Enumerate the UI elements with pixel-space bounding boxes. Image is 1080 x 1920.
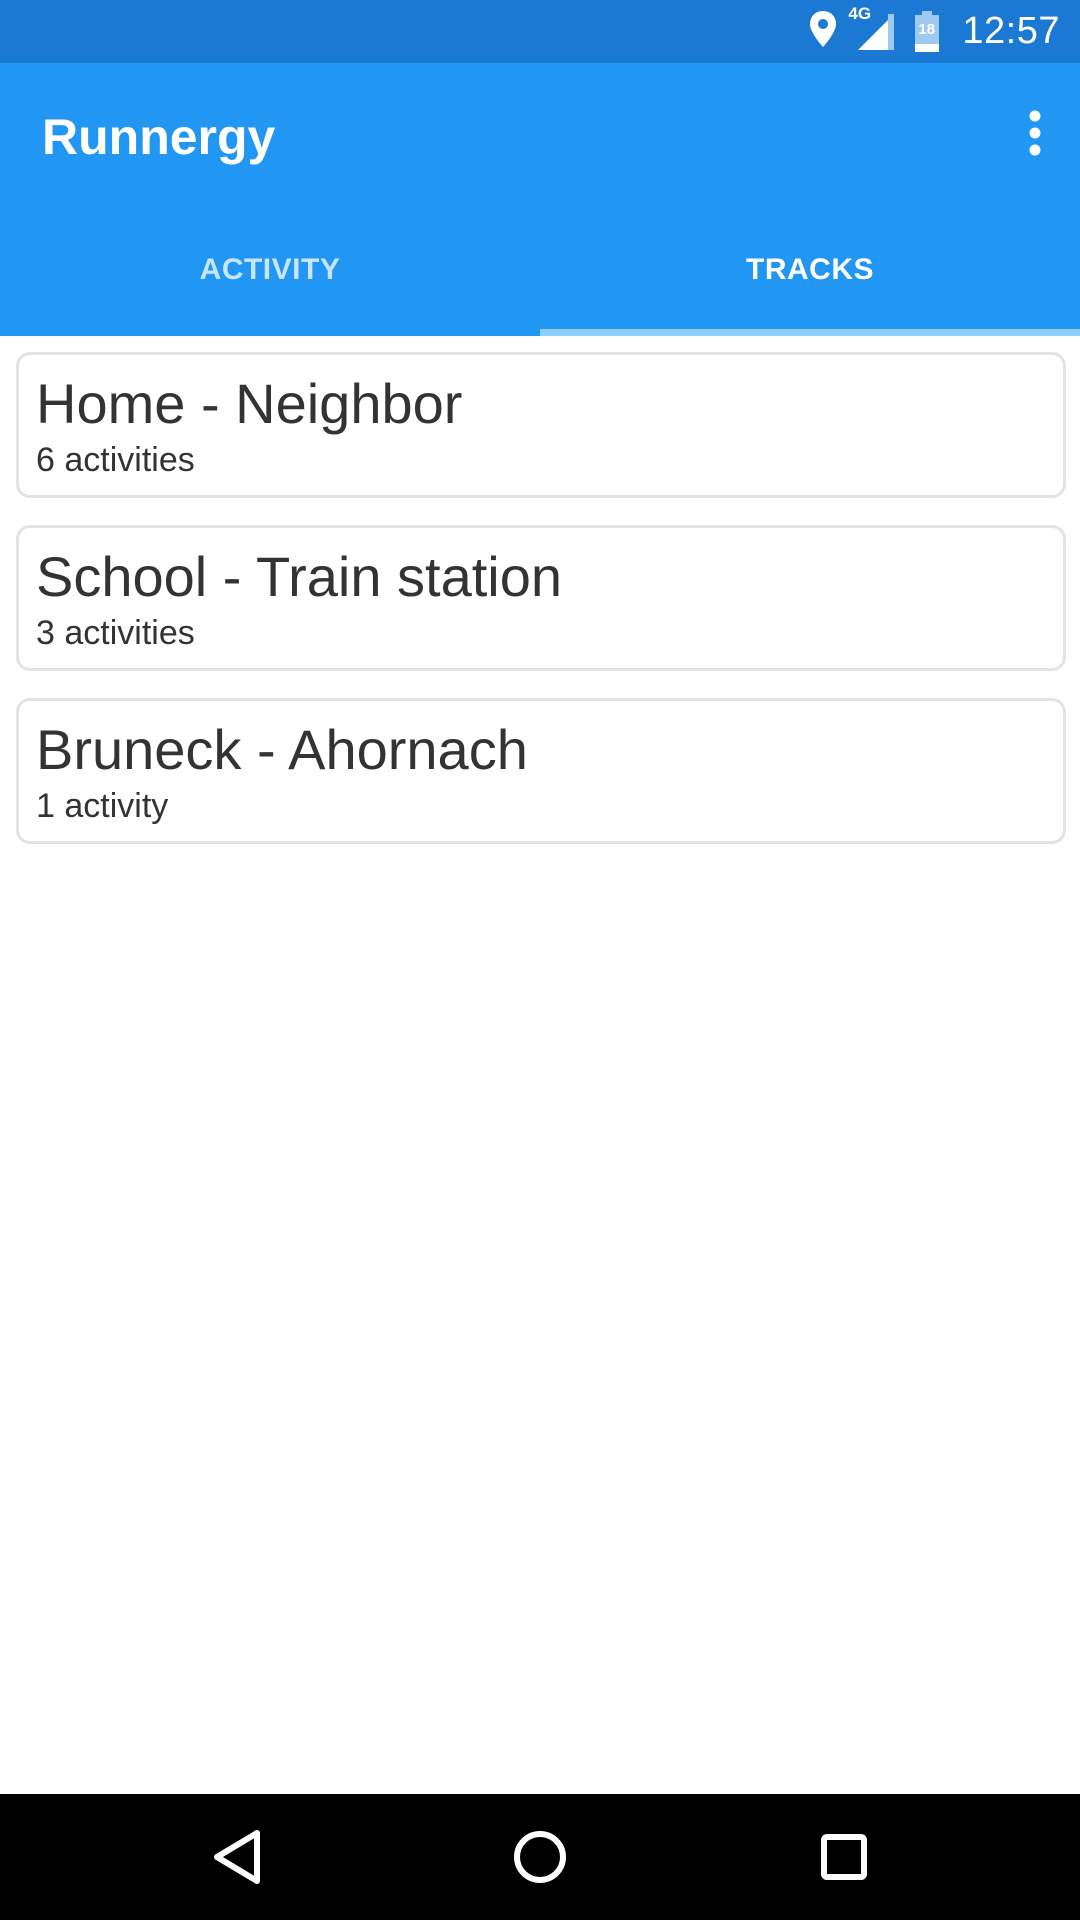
track-card[interactable]: Bruneck - Ahornach 1 activity bbox=[16, 698, 1066, 844]
back-icon bbox=[214, 1830, 260, 1884]
app-title: Runnergy bbox=[42, 109, 276, 165]
navigation-bar bbox=[0, 1794, 1080, 1920]
track-activity-count: 6 activities bbox=[36, 441, 195, 479]
signal-icon: 4G bbox=[848, 4, 898, 54]
status-bar: 4G 18 12:57 bbox=[0, 0, 1080, 63]
track-activity-count: 3 activities bbox=[36, 614, 195, 652]
overflow-menu-button[interactable] bbox=[1000, 98, 1070, 168]
track-name: Bruneck - Ahornach bbox=[36, 718, 528, 781]
back-button[interactable] bbox=[196, 1817, 276, 1897]
tab-selected-indicator bbox=[540, 329, 1080, 336]
app-bar: Runnergy ACTIVITY TRACKS bbox=[0, 63, 1080, 336]
screen: 4G 18 12:57 Runnergy ACTIVITY TRACKS Hom… bbox=[0, 0, 1080, 1920]
track-card[interactable]: School - Train station 3 activities bbox=[16, 525, 1066, 671]
tab-activity-label: ACTIVITY bbox=[199, 252, 341, 286]
tab-bar: ACTIVITY TRACKS bbox=[0, 203, 1080, 336]
status-time: 12:57 bbox=[962, 10, 1060, 52]
tab-tracks-label: TRACKS bbox=[746, 252, 874, 286]
track-card[interactable]: Home - Neighbor 6 activities bbox=[16, 352, 1066, 498]
home-button[interactable] bbox=[500, 1817, 580, 1897]
more-vert-icon bbox=[1029, 110, 1041, 156]
track-list: Home - Neighbor 6 activities School - Tr… bbox=[14, 352, 1066, 871]
location-icon bbox=[808, 9, 838, 54]
network-type-label: 4G bbox=[848, 3, 872, 23]
recents-icon bbox=[821, 1834, 867, 1880]
track-activity-count: 1 activity bbox=[36, 787, 169, 825]
tab-activity[interactable]: ACTIVITY bbox=[0, 203, 540, 336]
home-icon bbox=[514, 1831, 566, 1883]
battery-level-label: 18 bbox=[918, 20, 936, 38]
track-name: Home - Neighbor bbox=[36, 372, 463, 435]
recents-button[interactable] bbox=[804, 1817, 884, 1897]
battery-icon: 18 bbox=[914, 10, 940, 53]
tab-tracks[interactable]: TRACKS bbox=[540, 203, 1080, 336]
track-name: School - Train station bbox=[36, 545, 563, 608]
status-icons: 4G 18 12:57 bbox=[792, 0, 1060, 63]
